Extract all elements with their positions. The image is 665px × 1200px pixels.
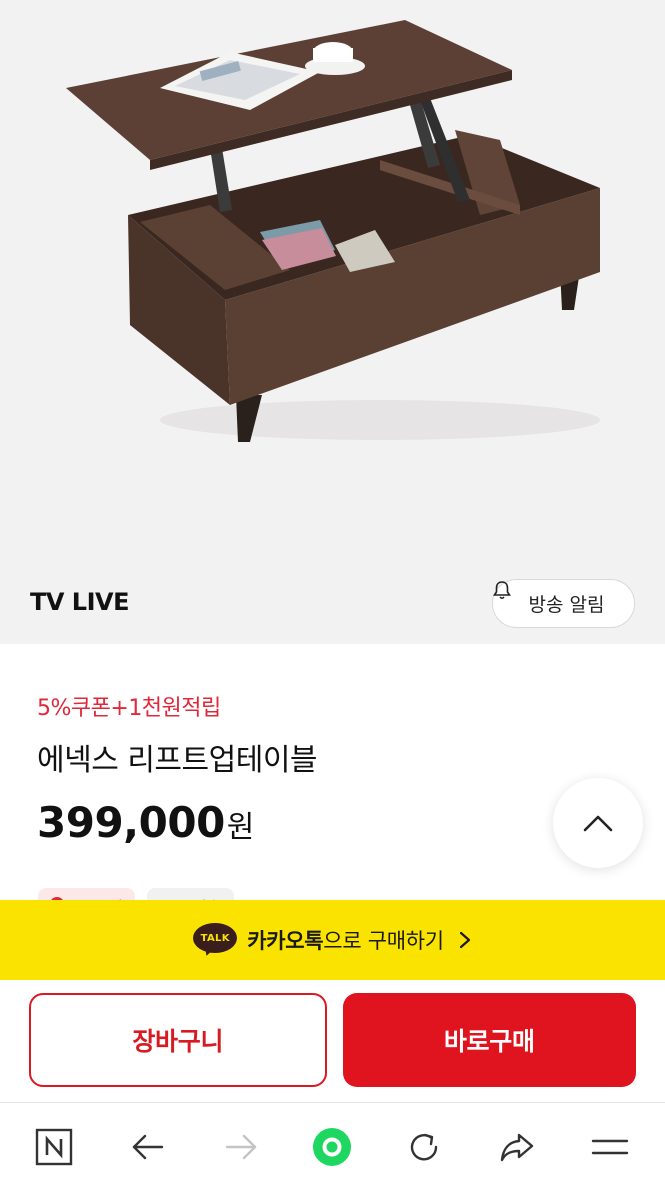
green-dot-icon xyxy=(313,1128,351,1166)
refresh-icon xyxy=(410,1133,438,1161)
browser-toolbar xyxy=(0,1102,665,1200)
product-name: 에넥스 리프트업테이블 xyxy=(37,743,318,778)
kakaotalk-icon: TALK xyxy=(193,923,238,958)
refresh-button[interactable] xyxy=(400,1123,448,1171)
currency-label: 원 xyxy=(226,810,255,845)
green-dot-button[interactable] xyxy=(308,1123,356,1171)
product-price: 399,000 xyxy=(37,798,225,847)
kakao-brand: 카카오톡 xyxy=(247,929,324,953)
product-image-area: TV LIVE 방송 알림 xyxy=(0,0,665,644)
share-icon xyxy=(500,1133,534,1162)
naver-icon xyxy=(35,1128,73,1166)
back-icon xyxy=(132,1134,164,1160)
back-button[interactable] xyxy=(124,1123,172,1171)
scroll-to-top-button[interactable] xyxy=(553,778,643,868)
add-to-cart-button[interactable]: 장바구니 xyxy=(29,993,327,1087)
price-row: 399,000 원 xyxy=(37,798,254,847)
broadcast-alarm-button[interactable]: 방송 알림 xyxy=(492,579,635,628)
product-photo-lift-up-table xyxy=(66,20,600,442)
kakao-purchase-bar[interactable]: TALK 카카오톡으로 구매하기 xyxy=(0,900,665,980)
purchase-buttons: 장바구니 바로구매 xyxy=(29,993,636,1087)
forward-button[interactable] xyxy=(217,1123,265,1171)
naver-home-button[interactable] xyxy=(30,1123,78,1171)
menu-button[interactable] xyxy=(586,1123,634,1171)
kakao-purchase-text: 으로 구매하기 xyxy=(323,929,444,953)
share-button[interactable] xyxy=(493,1123,541,1171)
buy-now-button[interactable]: 바로구매 xyxy=(342,993,636,1087)
forward-icon xyxy=(225,1134,257,1160)
chevron-up-icon xyxy=(583,815,613,832)
chevron-right-icon xyxy=(459,931,470,949)
tv-live-label: TV LIVE xyxy=(30,588,130,616)
broadcast-alarm-label: 방송 알림 xyxy=(528,594,605,616)
kakao-purchase-label: 카카오톡으로 구매하기 xyxy=(247,925,444,955)
menu-icon xyxy=(591,1139,629,1155)
promo-text: 5%쿠폰+1천원적립 xyxy=(37,696,221,721)
